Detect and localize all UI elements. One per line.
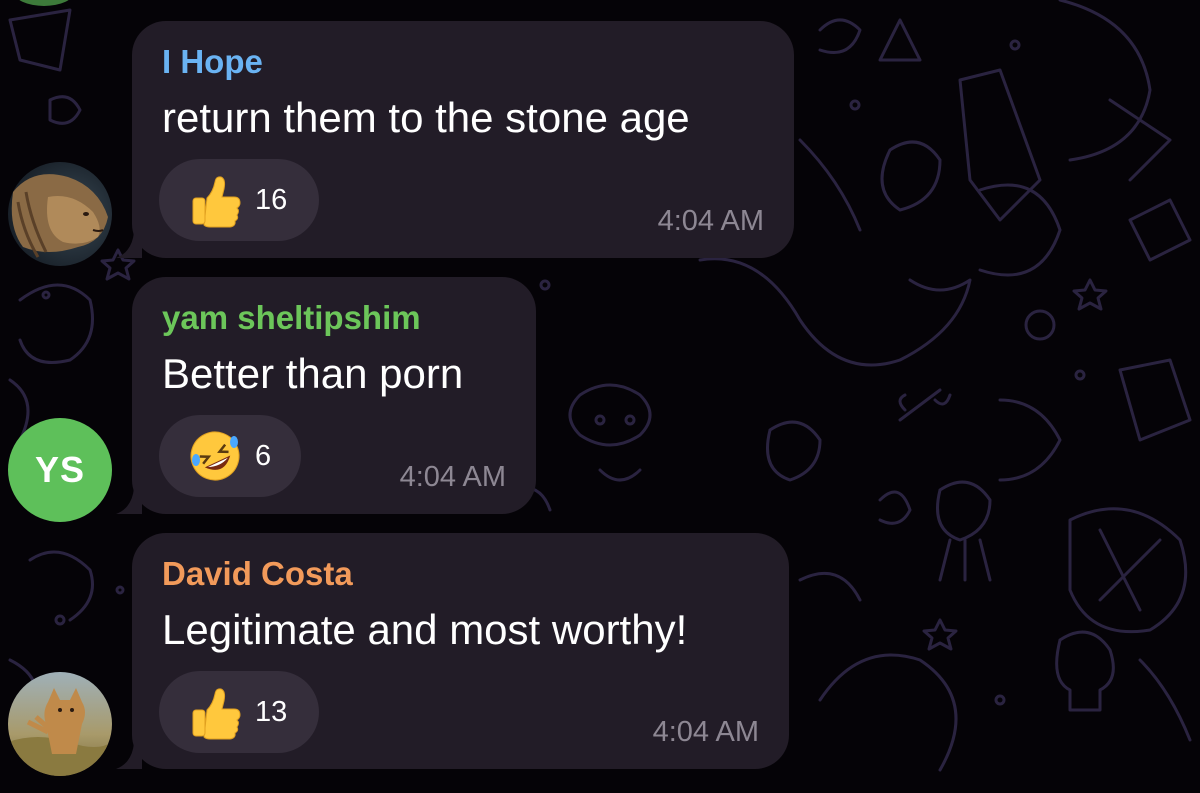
message-bubble[interactable]: yam sheltipshim Better than porn 6 4:04 …: [116, 277, 536, 514]
thumbs-up-icon: [192, 176, 241, 228]
message-text: Legitimate and most worthy!: [162, 606, 688, 653]
bubble-tail: [116, 743, 142, 769]
lion-avatar-icon: [8, 162, 112, 266]
sender-name[interactable]: I Hope: [162, 43, 263, 81]
reaction-count: 16: [255, 183, 288, 216]
message-timestamp: 4:04 AM: [652, 716, 759, 748]
caracal-avatar-icon: [8, 672, 112, 776]
reaction-pill[interactable]: 6: [159, 415, 301, 497]
sender-name[interactable]: David Costa: [162, 555, 353, 593]
reaction-pill[interactable]: 16: [159, 159, 319, 241]
message-text: return them to the stone age: [162, 94, 690, 141]
chat-view: I Hope return them to the stone age 16 4…: [0, 0, 1200, 793]
reaction-count: 6: [255, 439, 272, 472]
avatar-caracal[interactable]: [8, 672, 112, 776]
avatar-lion[interactable]: [8, 162, 112, 266]
reaction-count: 13: [255, 695, 288, 728]
bubble-tail: [116, 232, 142, 258]
avatar-initials: YS: [34, 449, 86, 490]
avatar-ys[interactable]: YS: [8, 418, 112, 522]
message-timestamp: 4:04 AM: [399, 461, 506, 493]
message-bubble[interactable]: I Hope return them to the stone age 16 4…: [116, 21, 794, 258]
message-text: Better than porn: [162, 350, 464, 397]
rolling-laughing-icon: [190, 431, 240, 481]
message-bubble[interactable]: David Costa Legitimate and most worthy! …: [116, 533, 789, 769]
message-timestamp: 4:04 AM: [657, 205, 764, 237]
sender-name[interactable]: yam sheltipshim: [162, 299, 421, 337]
bubble-tail: [116, 488, 142, 514]
reaction-pill[interactable]: 13: [159, 671, 319, 753]
thumbs-up-icon: [192, 688, 241, 740]
